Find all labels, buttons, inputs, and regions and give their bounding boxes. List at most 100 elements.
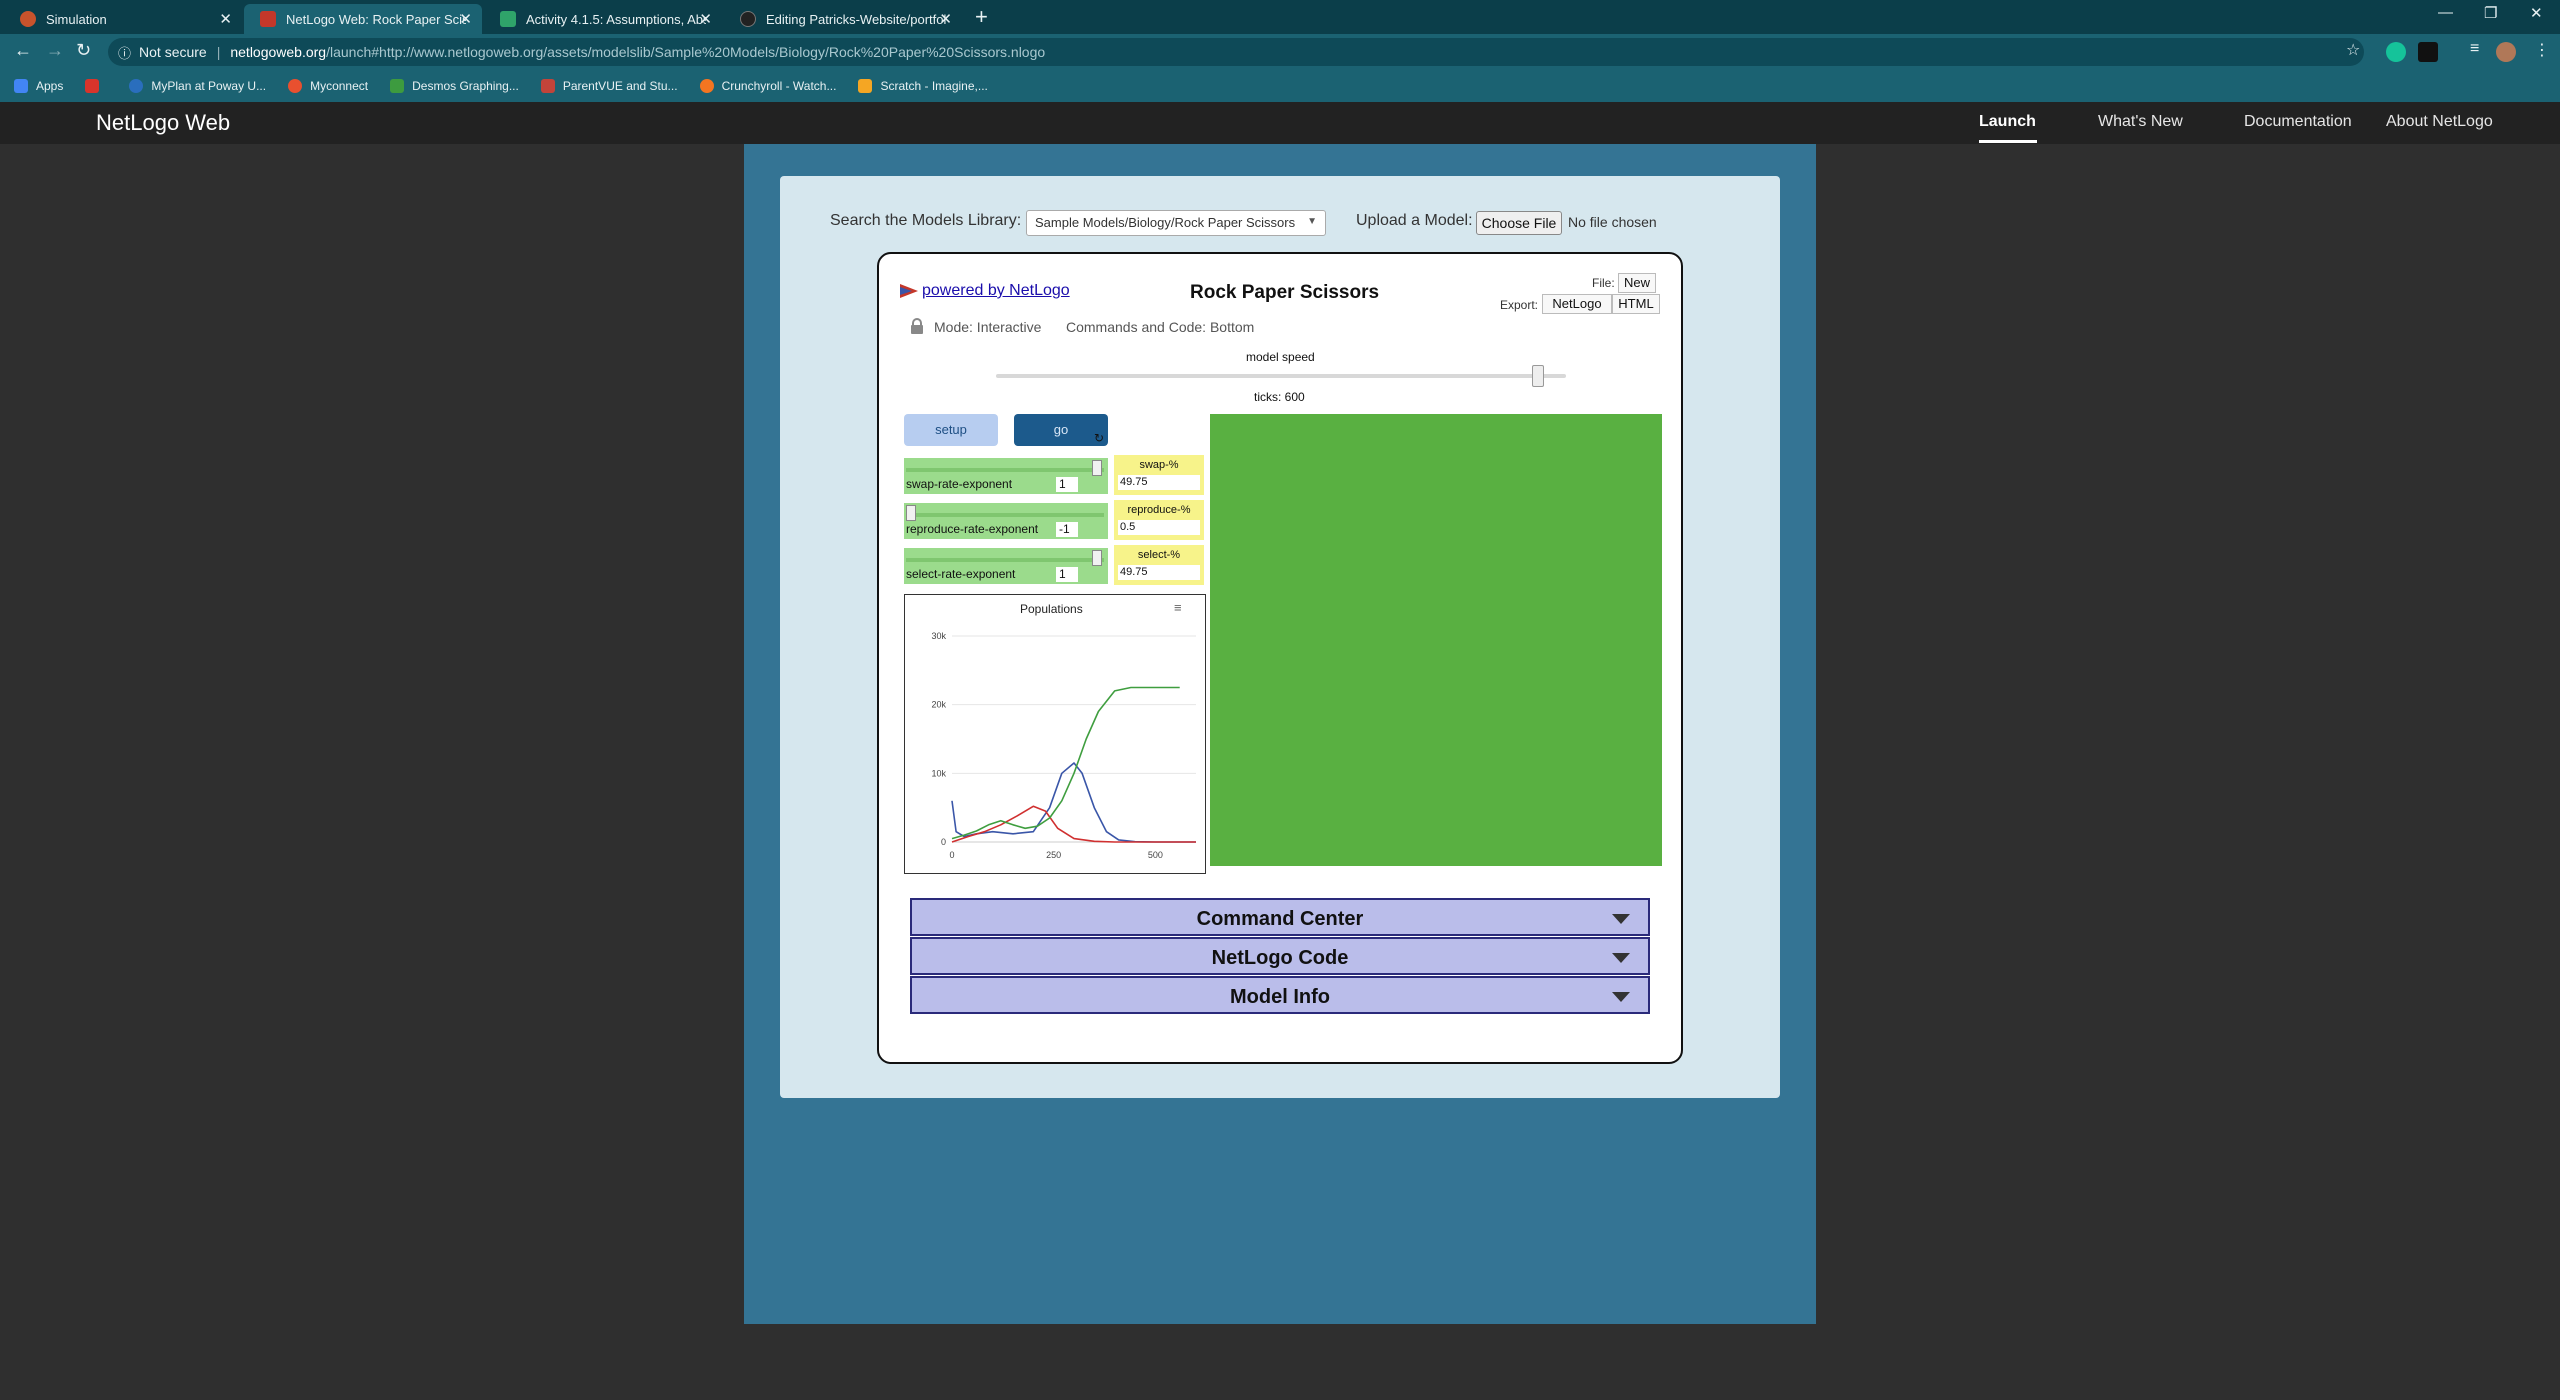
browser-tab-github[interactable]: Editing Patricks-Website/portfolio ✕ xyxy=(724,4,962,34)
browser-tab-netlogo[interactable]: NetLogo Web: Rock Paper Scissors ✕ xyxy=(244,4,482,34)
bookmark-star-icon[interactable]: ☆ xyxy=(2346,40,2360,60)
bookmark-desmos[interactable]: Desmos Graphing... xyxy=(390,79,519,93)
bookmark-label: Scratch - Imagine,... xyxy=(880,79,988,93)
slider-value[interactable]: 1 xyxy=(1056,567,1078,582)
grammarly-extension-icon[interactable] xyxy=(2386,42,2406,62)
url-path: /launch#http://www.netlogoweb.org/assets… xyxy=(326,44,1046,60)
extension-icon[interactable] xyxy=(2418,42,2438,62)
bookmark-myplan[interactable]: MyPlan at Poway U... xyxy=(129,79,266,93)
nav-launch[interactable]: Launch xyxy=(1979,113,2036,131)
plot-title: Populations xyxy=(1020,602,1083,616)
drawer-label: NetLogo Code xyxy=(1211,947,1349,969)
powered-by-netlogo[interactable]: powered by NetLogo xyxy=(900,282,1070,300)
go-button[interactable]: go ↻ xyxy=(1014,414,1108,446)
slider-thumb[interactable] xyxy=(1092,460,1102,476)
select-percent-monitor: select-% 49.75 xyxy=(1114,545,1204,585)
speed-slider-thumb[interactable] xyxy=(1531,365,1544,387)
monitor-name: reproduce-% xyxy=(1127,504,1191,516)
bookmarks-bar: Apps MyPlan at Poway U... Myconnect Desm… xyxy=(0,70,2560,102)
slider-thumb[interactable] xyxy=(906,505,916,521)
window-close-icon[interactable]: ✕ xyxy=(2530,4,2543,22)
setup-button[interactable]: setup xyxy=(904,414,998,446)
new-file-button[interactable]: New xyxy=(1618,273,1656,293)
browser-tab-simulation[interactable]: Simulation ✕ xyxy=(4,4,242,34)
model-info-drawer[interactable]: Model Info xyxy=(910,976,1650,1014)
monitor-value: 49.75 xyxy=(1118,475,1200,490)
model-library-select[interactable]: Sample Models/Biology/Rock Paper Scissor… xyxy=(1026,210,1326,236)
forward-icon[interactable]: → xyxy=(46,40,64,61)
slider-value[interactable]: 1 xyxy=(1056,477,1078,492)
scratch-favicon-icon xyxy=(858,79,873,93)
powered-by-link[interactable]: powered by NetLogo xyxy=(922,282,1070,300)
drawer-label: Model Info xyxy=(1230,986,1330,1008)
github-favicon-icon xyxy=(740,11,756,27)
myconnect-favicon-icon xyxy=(288,79,303,93)
address-bar: ← → ↻ ⓘ Not secure | netlogoweb.org /lau… xyxy=(0,34,2560,70)
tab-label: NetLogo Web: Rock Paper Scissors xyxy=(286,11,466,27)
bookmark-parentvue[interactable]: ParentVUE and Stu... xyxy=(540,79,678,93)
minimize-icon[interactable]: — xyxy=(2438,4,2453,21)
bookmark-crunchyroll[interactable]: Crunchyroll - Watch... xyxy=(699,79,836,93)
bookmark-myconnect[interactable]: Myconnect xyxy=(288,79,368,93)
export-netlogo-button[interactable]: NetLogo xyxy=(1542,294,1612,314)
bookmark-label: Myconnect xyxy=(310,79,369,93)
nav-whats-new[interactable]: What's New xyxy=(2098,113,2183,131)
restore-icon[interactable]: ❐ xyxy=(2484,4,2497,22)
netlogo-code-drawer[interactable]: NetLogo Code xyxy=(910,937,1650,975)
series-line-2 xyxy=(951,686,1180,840)
ticks-counter: ticks: 600 xyxy=(1254,390,1305,404)
bookmark-scratch[interactable]: Scratch - Imagine,... xyxy=(858,79,988,93)
slider-name: swap-rate-exponent xyxy=(906,477,1013,491)
browser-tab-activity[interactable]: Activity 4.1.5: Assumptions, Abstra ✕ xyxy=(484,4,722,34)
export-html-button[interactable]: HTML xyxy=(1612,294,1660,314)
upload-model-label: Upload a Model: xyxy=(1356,212,1473,229)
plot-menu-icon[interactable]: ≡ xyxy=(1174,600,1182,615)
y-tick-label: 10k xyxy=(931,768,946,778)
command-center-drawer[interactable]: Command Center xyxy=(910,898,1650,936)
commands-position-label: Commands and Code: Bottom xyxy=(1066,319,1255,335)
bookmark-label: Apps xyxy=(36,79,64,93)
lock-icon[interactable] xyxy=(910,318,924,334)
browser-menu-icon[interactable]: ⋮ xyxy=(2534,40,2550,60)
close-tab-icon[interactable]: ✕ xyxy=(459,10,472,28)
forever-icon: ↻ xyxy=(1093,431,1104,445)
slider-value[interactable]: -1 xyxy=(1056,522,1078,537)
reproduce-percent-monitor: reproduce-% 0.5 xyxy=(1114,500,1204,540)
reproduce-rate-exponent-slider[interactable]: reproduce-rate-exponent -1 xyxy=(904,503,1108,539)
select-rate-exponent-slider[interactable]: select-rate-exponent 1 xyxy=(904,548,1108,584)
model-speed-slider[interactable] xyxy=(996,374,1566,378)
active-nav-underline xyxy=(1979,140,2037,143)
apps-grid-icon xyxy=(14,79,28,93)
mode-label: Mode: Interactive xyxy=(934,319,1042,335)
export-label: Export: xyxy=(1500,298,1539,312)
choose-file-button[interactable]: Choose File xyxy=(1476,211,1562,235)
brand-link[interactable]: NetLogo Web xyxy=(96,110,230,136)
new-tab-icon[interactable]: + xyxy=(975,4,988,30)
monitor-value: 49.75 xyxy=(1118,565,1200,580)
info-icon[interactable]: ⓘ xyxy=(118,43,131,62)
bookmark-icon-only[interactable] xyxy=(85,79,107,93)
file-label: File: xyxy=(1592,276,1615,290)
close-tab-icon[interactable]: ✕ xyxy=(699,10,712,28)
nav-about-netlogo[interactable]: About NetLogo xyxy=(2386,113,2493,131)
url-field[interactable]: ⓘ Not secure | netlogoweb.org /launch#ht… xyxy=(108,38,2364,66)
profile-avatar[interactable] xyxy=(2496,42,2516,62)
back-icon[interactable]: ← xyxy=(14,40,32,61)
close-tab-icon[interactable]: ✕ xyxy=(939,10,952,28)
expand-arrow-icon xyxy=(1612,992,1630,1002)
security-label: Not secure xyxy=(139,44,207,60)
close-tab-icon[interactable]: ✕ xyxy=(219,10,232,28)
sheets-favicon-icon xyxy=(500,11,516,27)
y-tick-label: 0 xyxy=(941,837,946,847)
bookmark-apps[interactable]: Apps xyxy=(14,79,63,93)
nav-documentation[interactable]: Documentation xyxy=(2244,113,2352,131)
netlogo-navbar: NetLogo Web Launch What's New Documentat… xyxy=(0,102,2560,144)
slider-thumb[interactable] xyxy=(1092,550,1102,566)
swap-rate-exponent-slider[interactable]: swap-rate-exponent 1 xyxy=(904,458,1108,494)
x-tick-label: 0 xyxy=(949,850,954,860)
media-queue-icon[interactable]: ≡ xyxy=(2470,40,2479,58)
browser-tab-bar: Simulation ✕ NetLogo Web: Rock Paper Sci… xyxy=(0,0,2560,34)
reload-icon[interactable]: ↻ xyxy=(76,40,91,61)
world-view[interactable] xyxy=(1210,414,1662,866)
monitor-name: swap-% xyxy=(1139,459,1179,471)
